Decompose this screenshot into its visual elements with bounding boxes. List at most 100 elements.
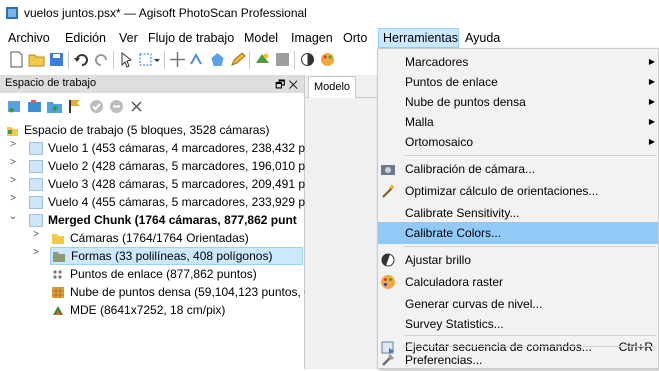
tree-item-tie-points[interactable]: Puntos de enlace (877,862 puntos) — [51, 265, 257, 283]
save-icon[interactable] — [48, 51, 65, 68]
menu-ayuda[interactable]: Ayuda — [465, 28, 500, 48]
menu-item-survey-statistics[interactable]: Survey Statistics... — [378, 313, 658, 335]
menu-item-ajustar-brillo[interactable]: Ajustar brillo — [378, 249, 658, 271]
menu-flujo-de-trabajo[interactable]: Flujo de trabajo — [148, 28, 234, 48]
menu-model[interactable]: Model — [244, 28, 278, 48]
redo-icon[interactable] — [93, 51, 110, 68]
chevron-right-icon[interactable]: > — [8, 157, 18, 175]
menu-item-marcadores[interactable]: Marcadores ▶ — [378, 51, 658, 73]
menu-herramientas[interactable]: Herramientas — [378, 28, 459, 48]
image-icon[interactable] — [274, 51, 291, 68]
chevron-right-icon[interactable]: > — [8, 139, 18, 157]
panel-buttons[interactable]: 🗗 ✕ — [275, 76, 298, 95]
menu-archivo[interactable]: Archivo — [8, 28, 50, 48]
camera-icon — [381, 165, 395, 175]
chevron-right-icon[interactable]: > — [8, 193, 18, 211]
chunk-label: Vuelo 4 (455 cámaras, 5 marcadores, 233,… — [48, 195, 312, 209]
chunk-label: Vuelo 2 (428 cámaras, 5 marcadores, 196,… — [48, 159, 306, 173]
menu-imagen[interactable]: Imagen — [291, 28, 333, 48]
navigation-icon[interactable] — [118, 51, 135, 68]
dense-cloud-icon — [52, 287, 64, 299]
menu-item-calculadora-raster[interactable]: Calculadora raster — [378, 271, 658, 293]
undo-icon[interactable] — [73, 51, 90, 68]
polygon-icon[interactable] — [209, 51, 226, 68]
brightness-icon — [381, 253, 395, 267]
menu-ver[interactable]: Ver — [119, 28, 138, 48]
contrast-icon[interactable] — [299, 51, 316, 68]
add-photos-icon[interactable] — [26, 98, 43, 115]
merged-chunk-label: Merged Chunk (1764 cámaras, 877,862 punt — [48, 213, 297, 227]
menu-item-puntos-de-enlace[interactable]: Puntos de enlace ▶ — [378, 71, 658, 93]
menu-edicion[interactable]: Edición — [65, 28, 106, 48]
tree-item-shapes[interactable]: Formas (33 polilíneas, 408 polígonos) — [50, 247, 303, 265]
tree-chunk[interactable]: Vuelo 3 (428 cámaras, 5 marcadores, 209,… — [29, 175, 312, 193]
submenu-arrow-icon: ▶ — [648, 117, 655, 126]
palette-icon[interactable] — [319, 51, 336, 68]
palette-icon — [381, 275, 395, 289]
menu-item-malla[interactable]: Malla ▶ — [378, 111, 658, 133]
add-marker-icon[interactable] — [66, 98, 83, 115]
menu-item-nube-densa[interactable]: Nube de puntos densa ▶ — [378, 91, 658, 113]
folder-icon — [52, 234, 64, 245]
open-icon[interactable] — [28, 51, 45, 68]
workspace-header: Espacio de trabajo 🗗 ✕ — [0, 75, 304, 93]
disable-icon[interactable] — [108, 98, 125, 115]
tree-chunk-merged[interactable]: Merged Chunk (1764 cámaras, 877,862 punt — [29, 211, 297, 229]
menu-item-ortomosaico[interactable]: Ortomosaico ▶ — [378, 131, 658, 153]
dem-icon — [53, 306, 63, 316]
tab-model[interactable]: Modelo — [308, 76, 356, 98]
tree-chunk[interactable]: Vuelo 2 (428 cámaras, 5 marcadores, 196,… — [29, 157, 305, 175]
tree-root-label: Espacio de trabajo (5 bloques, 3528 cáma… — [24, 123, 270, 137]
menu-item-preferencias[interactable]: Preferencias... — [378, 349, 658, 371]
chevron-down-icon[interactable]: ⌄ — [8, 211, 18, 229]
dense-cloud-label: Nube de puntos densa (59,104,123 puntos,… — [70, 285, 313, 299]
menu-item-calibracion-camara[interactable]: Calibración de cámara... — [378, 158, 658, 180]
menu-separator — [403, 346, 655, 347]
tree-chunk[interactable]: Vuelo 1 (453 cámaras, 4 marcadores, 238,… — [29, 139, 312, 157]
menu-separator — [404, 246, 656, 247]
submenu-arrow-icon: ▶ — [648, 77, 655, 86]
menu-item-calibrate-colors[interactable]: Calibrate Colors... — [378, 222, 658, 244]
tree-item-cameras[interactable]: Cámaras (1764/1764 Orientadas) — [51, 229, 249, 247]
ortho-icon[interactable] — [254, 51, 271, 68]
tree-chunk[interactable]: Vuelo 4 (455 cámaras, 5 marcadores, 233,… — [29, 193, 312, 211]
add-chunk-icon[interactable] — [6, 98, 23, 115]
tie-points-icon — [53, 270, 62, 279]
cameras-label: Cámaras (1764/1764 Orientadas) — [70, 231, 249, 245]
app-icon — [6, 7, 18, 19]
workspace-icon — [7, 127, 18, 137]
menu-item-optimizar[interactable]: Optimizar cálculo de orientaciones... — [378, 180, 658, 202]
title-bar: vuelos juntos.psx* — Agisoft PhotoScan P… — [0, 0, 659, 26]
window-title: vuelos juntos.psx* — Agisoft PhotoScan P… — [24, 6, 307, 20]
move-icon[interactable] — [169, 51, 186, 68]
rectangle-selection-icon[interactable] — [138, 51, 160, 68]
pencil-icon[interactable] — [229, 51, 246, 68]
menu-separator — [404, 155, 656, 156]
add-folder-icon[interactable] — [46, 98, 63, 115]
tree-root[interactable]: Espacio de trabajo (5 bloques, 3528 cáma… — [6, 121, 269, 139]
menu-item-calibrate-sensitivity[interactable]: Calibrate Sensitivity... — [378, 202, 658, 224]
chevron-right-icon[interactable]: > — [31, 247, 41, 265]
tree-item-dem[interactable]: MDE (8641x7252, 18 cm/pix) — [51, 301, 225, 319]
chevron-right-icon[interactable]: > — [8, 175, 18, 193]
tools-menu: Marcadores ▶ Puntos de enlace ▶ Nube de pu… — [377, 48, 659, 369]
main-toolbar — [0, 48, 380, 72]
submenu-arrow-icon: ▶ — [648, 97, 655, 106]
model-view[interactable] — [305, 98, 381, 369]
shapes-folder-icon — [53, 252, 65, 263]
enable-icon[interactable] — [88, 98, 105, 115]
chunk-icon — [29, 142, 43, 156]
tree-item-dense-cloud[interactable]: Nube de puntos densa (59,104,123 puntos,… — [51, 283, 313, 301]
chevron-right-icon[interactable]: > — [31, 229, 41, 247]
workspace-toolbar — [0, 95, 304, 119]
new-icon[interactable] — [8, 51, 25, 68]
tools-icon — [382, 354, 394, 366]
submenu-arrow-icon: ▶ — [648, 137, 655, 146]
chunk-icon — [29, 196, 43, 210]
chunk-label: Vuelo 3 (428 cámaras, 5 marcadores, 209,… — [48, 177, 312, 191]
menu-item-curvas-de-nivel[interactable]: Generar curvas de nivel... — [378, 293, 658, 315]
remove-icon[interactable] — [128, 98, 145, 115]
ruler-icon[interactable] — [189, 51, 206, 68]
menu-orto[interactable]: Orto — [343, 28, 367, 48]
chunk-icon — [29, 160, 43, 174]
